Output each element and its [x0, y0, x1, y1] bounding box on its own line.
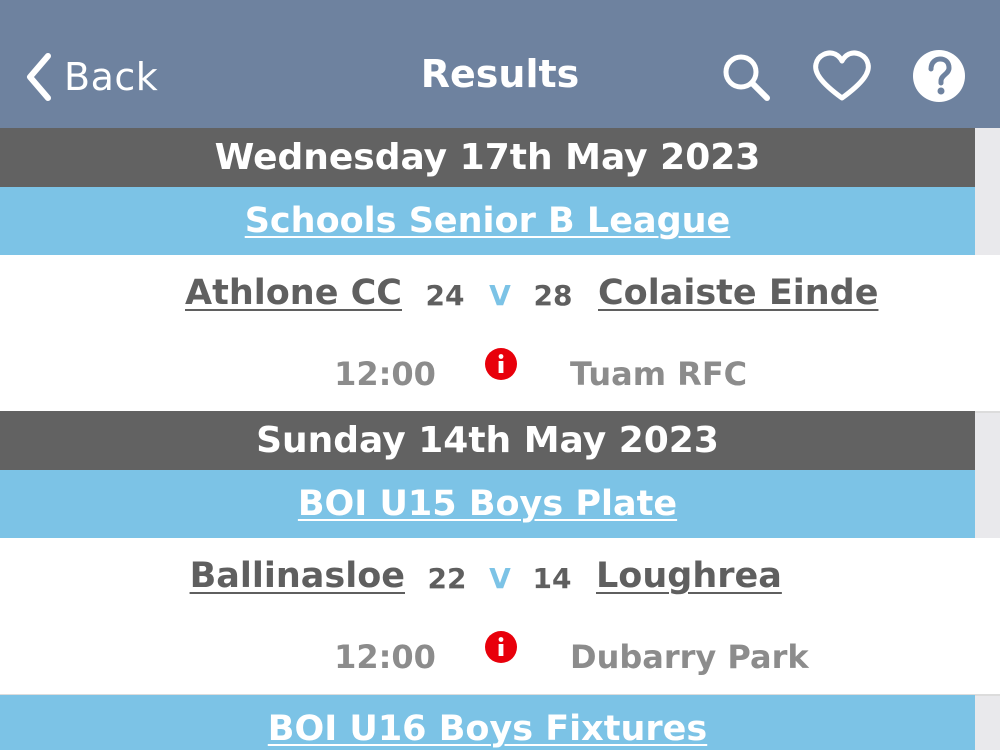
home-score: 24: [425, 279, 465, 312]
heart-icon[interactable]: [810, 48, 874, 104]
home-team-link[interactable]: Ballinasloe: [190, 556, 405, 596]
league-link[interactable]: Schools Senior B League: [245, 201, 731, 241]
results-screen: Back Results Wednesday 17th May 2023 Sch…: [0, 0, 1000, 750]
versus-label: V: [489, 562, 511, 595]
league-header: BOI U15 Boys Plate: [0, 470, 975, 538]
league-header: BOI U16 Boys Fixtures: [0, 695, 975, 750]
match-card: Athlone CC 24 V 28 Colaiste Einde 12:00 …: [0, 255, 1000, 413]
away-score: 28: [533, 279, 573, 312]
date-header: Wednesday 17th May 2023: [0, 128, 975, 187]
back-label: Back: [64, 55, 159, 99]
away-team-link[interactable]: Loughrea: [596, 556, 782, 596]
results-list[interactable]: Wednesday 17th May 2023 Schools Senior B…: [0, 128, 1000, 750]
venue-label: Dubarry Park: [570, 638, 809, 676]
away-team-link[interactable]: Colaiste Einde: [598, 273, 878, 313]
match-card: Ballinasloe 22 V 14 Loughrea 12:00 Dubar…: [0, 538, 1000, 696]
kick-off-time: 12:00: [334, 638, 436, 676]
date-header: Sunday 14th May 2023: [0, 411, 975, 470]
kick-off-time: 12:00: [334, 355, 436, 393]
away-score: 14: [532, 562, 572, 595]
chevron-left-icon: [27, 53, 51, 101]
search-icon[interactable]: [717, 48, 773, 104]
versus-label: V: [489, 279, 511, 312]
league-header: Schools Senior B League: [0, 187, 975, 255]
nav-bar: Back Results: [0, 0, 1000, 128]
help-icon[interactable]: [911, 48, 967, 104]
info-icon[interactable]: [485, 348, 517, 380]
venue-label: Tuam RFC: [570, 355, 748, 393]
home-team-link[interactable]: Athlone CC: [185, 273, 402, 313]
league-link[interactable]: BOI U16 Boys Fixtures: [268, 709, 707, 749]
info-icon[interactable]: [485, 631, 517, 663]
back-button[interactable]: Back: [22, 50, 158, 104]
league-link[interactable]: BOI U15 Boys Plate: [298, 484, 677, 524]
home-score: 22: [427, 562, 467, 595]
page-title: Results: [420, 52, 580, 96]
